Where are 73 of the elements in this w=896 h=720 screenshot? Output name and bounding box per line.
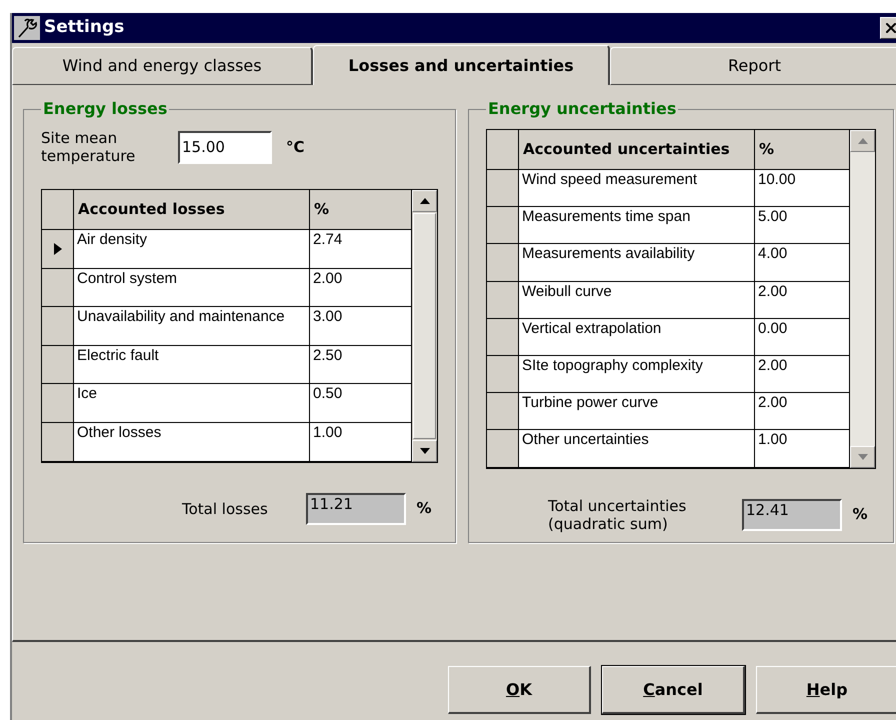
- table-cell[interactable]: Electric fault: [74, 346, 310, 384]
- temperature-field[interactable]: 15.00: [178, 130, 272, 164]
- column-header[interactable]: %: [755, 130, 850, 170]
- table-cell[interactable]: Ice: [74, 384, 310, 423]
- table-cell[interactable]: 1.00: [310, 422, 412, 462]
- table-cell[interactable]: 2.00: [755, 393, 850, 430]
- row-header[interactable]: [487, 393, 519, 430]
- column-header[interactable]: %: [310, 190, 412, 230]
- table-cell[interactable]: 0.50: [310, 384, 412, 423]
- dialog-button[interactable]: OK: [448, 666, 591, 714]
- row-header[interactable]: [487, 244, 519, 282]
- table-cell[interactable]: 5.00: [755, 207, 850, 244]
- row-header[interactable]: [42, 346, 74, 384]
- table-cell[interactable]: 10.00: [755, 170, 850, 208]
- table-cell[interactable]: Other losses: [74, 422, 310, 462]
- total-field: 11.21: [306, 492, 406, 525]
- dialog-button[interactable]: Help: [756, 666, 896, 714]
- table-cell[interactable]: Control system: [74, 268, 310, 308]
- group-title: Energy uncertainties: [487, 98, 678, 120]
- percent-unit: %: [851, 504, 869, 526]
- column-header[interactable]: Accounted uncertainties: [519, 130, 755, 170]
- close-icon: [883, 20, 896, 36]
- row-header[interactable]: [42, 384, 74, 423]
- table-cell[interactable]: Other uncertainties: [519, 430, 755, 468]
- row-header[interactable]: [42, 268, 74, 308]
- row-header[interactable]: [487, 430, 519, 468]
- table-cell[interactable]: Measurements availability: [519, 244, 755, 282]
- row-header[interactable]: [42, 422, 74, 462]
- table-cell[interactable]: Weibull curve: [519, 282, 755, 319]
- row-header[interactable]: [487, 282, 519, 319]
- row-header[interactable]: [487, 207, 519, 244]
- tab[interactable]: Report: [610, 47, 896, 85]
- scroll-up-icon: [420, 198, 430, 204]
- row-header[interactable]: [487, 170, 519, 208]
- table-cell[interactable]: Air density: [74, 230, 310, 269]
- table-cell[interactable]: 1.00: [755, 430, 850, 468]
- table-cell[interactable]: Vertical extrapolation: [519, 318, 755, 356]
- table-cell[interactable]: 2.74: [310, 230, 412, 269]
- table-cell[interactable]: 2.50: [310, 346, 412, 384]
- table-cell[interactable]: 3.00: [310, 307, 412, 346]
- wrench-icon: [14, 16, 40, 40]
- table-cell[interactable]: Unavailability and maintenance: [74, 307, 310, 346]
- table-cell[interactable]: 2.00: [310, 268, 412, 308]
- percent-unit: %: [415, 498, 433, 520]
- table-cell[interactable]: Turbine power curve: [519, 393, 755, 430]
- row-header[interactable]: [487, 356, 519, 394]
- total-field: 12.41: [742, 498, 842, 530]
- row-header[interactable]: [42, 307, 74, 346]
- total-label: Total losses: [182, 500, 269, 518]
- tab[interactable]: Losses and uncertainties: [313, 45, 610, 85]
- table-cell[interactable]: Wind speed measurement: [519, 170, 755, 208]
- window-title: Settings: [44, 16, 126, 40]
- group-title: Energy losses: [42, 98, 168, 120]
- table-cell[interactable]: 0.00: [755, 318, 850, 356]
- scroll-down-icon: [420, 448, 430, 454]
- scroll-up-icon: [858, 138, 868, 144]
- temperature-unit: °C: [286, 136, 305, 158]
- scrollbar[interactable]: [850, 130, 875, 468]
- table-cell[interactable]: 4.00: [755, 244, 850, 282]
- scroll-down-icon: [858, 454, 868, 460]
- column-header[interactable]: Accounted losses: [74, 190, 310, 230]
- close-button[interactable]: [880, 17, 896, 39]
- temperature-label: Site mean temperature: [41, 129, 136, 165]
- row-header[interactable]: [42, 230, 74, 269]
- total-label: Total uncertainties (quadratic sum): [548, 496, 688, 532]
- table-cell[interactable]: SIte topography complexity: [519, 356, 755, 394]
- tab[interactable]: Wind and energy classes: [12, 47, 313, 85]
- scrollbar[interactable]: [412, 190, 437, 462]
- table-cell[interactable]: 2.00: [755, 282, 850, 319]
- row-header[interactable]: [487, 318, 519, 356]
- table-cell[interactable]: 2.00: [755, 356, 850, 394]
- dialog-button[interactable]: Cancel: [602, 666, 745, 714]
- table-cell[interactable]: Measurements time span: [519, 207, 755, 244]
